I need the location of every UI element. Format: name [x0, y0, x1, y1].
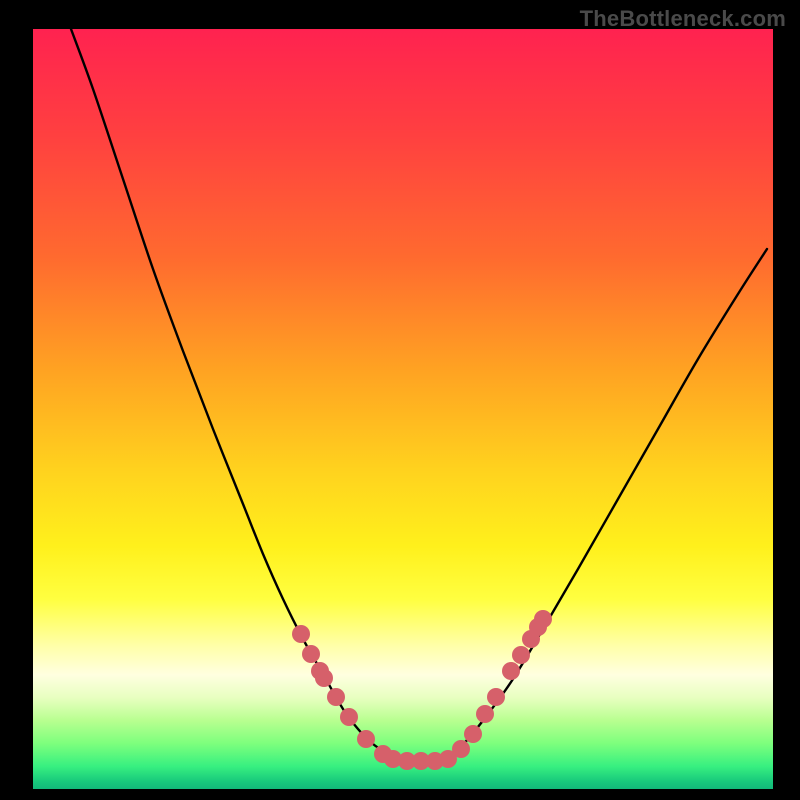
plot-area: [33, 29, 773, 789]
marker-group: [292, 610, 552, 770]
marker-dot: [340, 708, 358, 726]
marker-dot: [327, 688, 345, 706]
marker-dot: [487, 688, 505, 706]
marker-dot: [292, 625, 310, 643]
marker-dot: [502, 662, 520, 680]
marker-dot: [476, 705, 494, 723]
chart-svg: [33, 29, 773, 789]
marker-dot: [464, 725, 482, 743]
marker-dot: [512, 646, 530, 664]
marker-dot: [357, 730, 375, 748]
curve-group: [71, 29, 767, 759]
curve-left-curve: [71, 29, 388, 754]
marker-dot: [534, 610, 552, 628]
watermark-label: TheBottleneck.com: [580, 6, 786, 32]
curve-right-curve: [453, 249, 767, 754]
marker-dot: [452, 740, 470, 758]
marker-dot: [315, 669, 333, 687]
chart-container: TheBottleneck.com: [0, 0, 800, 800]
marker-dot: [302, 645, 320, 663]
